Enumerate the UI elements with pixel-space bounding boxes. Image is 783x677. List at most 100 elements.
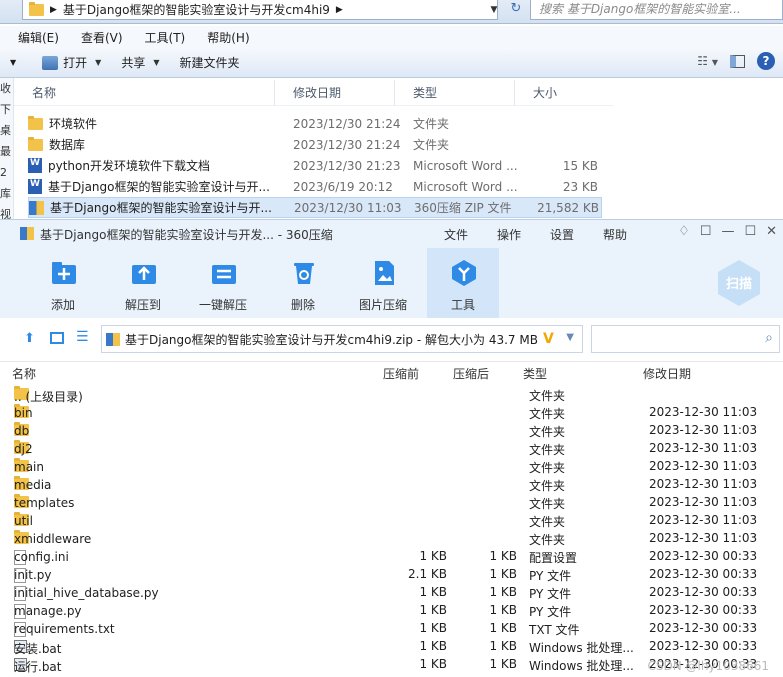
zip-row-name: manage.py [14,604,82,618]
zip-row-type: PY 文件 [529,587,572,601]
explorer-search-input[interactable]: 搜索 基于Django框架的智能实验室... [530,0,783,20]
add-label: 添加 [50,298,75,312]
address-input[interactable]: ▶ 基于Django框架的智能实验室设计与开发cm4hi9 ▶ [22,0,498,20]
nav-item[interactable]: 库 [0,183,13,204]
file-name: 基于Django框架的智能实验室设计与开... [50,201,272,215]
zip-row[interactable]: config.ini 1 KB 1 KB 配置设置 2023-12-30 00:33 [12,548,783,566]
col-size[interactable]: 大小 [515,80,595,106]
zip-search-input[interactable]: ⌕ [591,325,780,353]
nav-item[interactable]: 下 [0,99,13,120]
zcol-name[interactable]: 名称 [12,365,36,382]
zip-row[interactable]: .. (上级目录) 文件夹 [12,386,783,404]
zip-row-date: 2023-12-30 11:03 [649,441,758,455]
file-row[interactable]: 环境软件 2023/12/30 21:24 文件夹 [28,113,602,134]
zip-row-size-before: 1 KB [419,549,447,563]
path-text: 基于Django框架的智能实验室设计与开发cm4hi9.zip - 解包大小为 … [125,332,538,347]
zip-row[interactable]: bin 文件夹 2023-12-30 11:03 [12,404,783,422]
up-arrow-icon[interactable]: ⬆ [24,331,35,346]
col-type[interactable]: 类型 [395,80,515,106]
zip-row[interactable]: manage.py 1 KB 1 KB PY 文件 2023-12-30 00:33 [12,602,783,620]
zip-row-name: .. (上级目录) [14,390,83,404]
path-input[interactable]: 基于Django框架的智能实验室设计与开发cm4hi9.zip - 解包大小为 … [101,325,583,353]
thumbnail-view-icon[interactable] [50,332,64,344]
file-row[interactable]: W 基于Django框架的智能实验室设计与开... 2023/6/19 20:12… [28,176,602,197]
help-icon[interactable]: ? [757,52,775,70]
tools-button[interactable]: 工具 [427,248,499,318]
watermark: CSDN @lhy1038661 [647,659,769,673]
menu-tools[interactable]: 工具(T) [134,26,197,48]
file-row-selected[interactable]: 基于Django框架的智能实验室设计与开... 2023/12/30 11:03… [28,197,602,218]
zip-menu-settings[interactable]: 设置 [550,226,603,243]
menu-help[interactable]: 帮助(H) [196,26,260,48]
zip-row[interactable]: xmiddleware 文件夹 2023-12-30 11:03 [12,530,783,548]
new-folder-button[interactable]: 新建文件夹 [170,54,250,71]
zip-row-size-after: 1 KB [489,585,517,599]
zip-row[interactable]: media 文件夹 2023-12-30 11:03 [12,476,783,494]
nav-item[interactable]: 桌 [0,120,13,141]
file-row[interactable]: Wpython开发环境软件下载文档 2023/12/30 21:23 Micro… [28,155,602,176]
zip-row[interactable]: templates 文件夹 2023-12-30 11:03 [12,494,783,512]
delete-button[interactable]: 删除 [267,248,339,318]
view-options-icon[interactable]: ☷ ▼ [697,54,718,68]
zcol-modified[interactable]: 修改日期 [643,365,691,382]
extract-to-button[interactable]: 解压到 [107,248,179,318]
zip-row-name: main [14,460,44,474]
file-row[interactable]: 数据库 2023/12/30 21:24 文件夹 [28,134,602,155]
maximize-icon[interactable]: ☐ [744,224,756,239]
zip-row-name: bin [14,406,33,420]
zip-menu-help[interactable]: 帮助 [603,226,656,243]
zip-menu-file[interactable]: 文件 [444,226,497,243]
minimize-icon[interactable]: — [721,224,734,239]
address-dropdown-icon[interactable]: ▼ [484,0,504,20]
chevron-down-icon[interactable]: ▼ [566,332,574,343]
extract-to-icon [132,265,156,284]
share-button[interactable]: 共享 ▼ [111,54,169,71]
share-label: 共享 [121,56,146,70]
preview-pane-icon[interactable] [730,54,745,68]
skin-icon[interactable]: ♢ [678,224,690,239]
explorer-column-header: 名称 修改日期 类型 大小 [14,80,614,106]
one-click-extract-button[interactable]: 一键解压 [187,248,259,318]
search-icon[interactable]: ⌕ [765,330,773,346]
zip-column-header: 名称 压缩前 压缩后 类型 修改日期 [0,362,783,382]
col-date[interactable]: 修改日期 [275,80,395,106]
zip-row-size-after: 1 KB [489,549,517,563]
zip-row[interactable]: dj2 文件夹 2023-12-30 11:03 [12,440,783,458]
file-date: 2023/12/30 11:03 [294,200,402,215]
chevron-right-icon[interactable]: ▶ [336,5,343,15]
feedback-icon[interactable]: ☐ [700,224,712,239]
scan-button[interactable]: 扫描 [715,258,763,308]
refresh-icon[interactable]: ↻ [506,0,526,20]
nav-item[interactable]: 最 [0,141,13,162]
back-arrow-icon[interactable]: ▼ [0,58,26,67]
zip-row[interactable]: db 文件夹 2023-12-30 11:03 [12,422,783,440]
list-view-icon[interactable]: ☰ [76,329,89,345]
zip-row[interactable]: main 文件夹 2023-12-30 11:03 [12,458,783,476]
image-compress-button[interactable]: 图片压缩 [347,248,419,318]
nav-item[interactable]: 收 [0,78,13,99]
zip-row-size-after: 1 KB [489,621,517,635]
close-icon[interactable]: ✕ [766,224,777,239]
add-button[interactable]: 添加 [27,248,99,318]
menu-edit[interactable]: 编辑(E) [0,26,70,48]
menu-view[interactable]: 查看(V) [70,26,134,48]
address-text: 基于Django框架的智能实验室设计与开发cm4hi9 [62,3,330,17]
chevron-right-icon[interactable]: ▶ [50,5,57,15]
zcol-packed[interactable]: 压缩后 [453,365,489,382]
zip-row[interactable]: initial_hive_database.py 1 KB 1 KB PY 文件 202… [12,584,783,602]
zip-row[interactable]: init.py 2.1 KB 1 KB PY 文件 2023-12-30 00:33 [12,566,783,584]
zip-row-date: 2023-12-30 11:03 [649,495,758,509]
zip-row[interactable]: util 文件夹 2023-12-30 11:03 [12,512,783,530]
zip-menu-operate[interactable]: 操作 [497,226,550,243]
zip-row-size-before: 1 KB [419,603,447,617]
zip-row[interactable]: requirements.txt 1 KB 1 KB TXT 文件 2023-12-30… [12,620,783,638]
zcol-compressed[interactable]: 压缩前 [383,365,419,382]
col-name[interactable]: 名称 [14,80,275,106]
chevron-down-icon: ▼ [95,58,102,67]
nav-item[interactable]: 2 [0,162,13,183]
zip-titlebar: 基于Django框架的智能实验室设计与开发... - 360压缩 文件 操作 设… [0,220,783,248]
explorer-address-bar: ▶ 基于Django框架的智能实验室设计与开发cm4hi9 ▶ ▼ ↻ 搜索 基… [0,0,783,24]
zcol-type[interactable]: 类型 [523,365,547,382]
zip-row[interactable]: 安装.bat 1 KB 1 KB Windows 批处理... 2023-12-30 0… [12,638,783,656]
open-button[interactable]: 打开 ▼ [26,54,111,71]
